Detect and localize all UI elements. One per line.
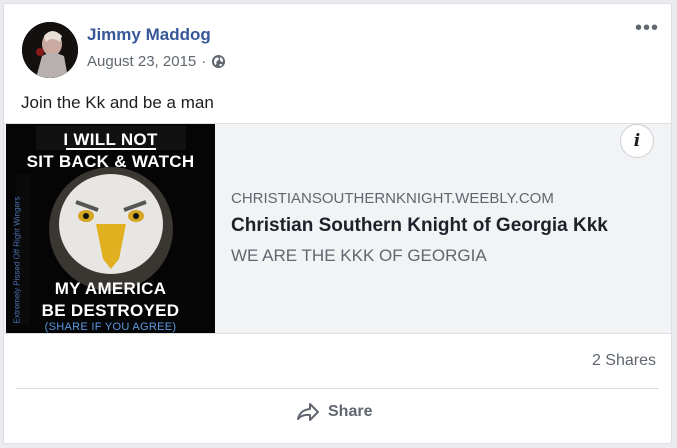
share-label: Share (328, 403, 373, 420)
share-button[interactable]: Share (296, 402, 372, 422)
share-icon (297, 403, 319, 421)
divider (16, 388, 659, 389)
thumb-line-4: BE DESTROYED (41, 301, 180, 320)
thumb-side-text: Extremely Pissed Off Right Wingers (12, 196, 22, 324)
thumb-underline (66, 148, 156, 150)
info-button[interactable]: i (620, 124, 654, 158)
link-thumbnail[interactable]: I WILL NOT SIT BACK & WATCH MY AMERICA B… (6, 124, 215, 333)
thumb-line-2: SIT BACK & WATCH (26, 152, 195, 171)
thumb-line-3: MY AMERICA (54, 279, 167, 298)
thumb-line-5: (SHARE IF YOU AGREE) (44, 321, 177, 333)
avatar-image (22, 22, 78, 78)
link-preview[interactable]: I WILL NOT SIT BACK & WATCH MY AMERICA B… (4, 123, 671, 334)
thumb-line-1: I WILL NOT (63, 130, 158, 149)
link-title[interactable]: Christian Southern Knight of Georgia Kkk (231, 215, 608, 237)
link-description[interactable]: WE ARE THE KKK OF GEORGIA (231, 246, 487, 266)
post-text: Join the Kk and be a man (21, 93, 214, 112)
shares-count[interactable]: 2 Shares (592, 352, 656, 370)
post-meta: August 23, 2015 · (87, 53, 226, 70)
more-options-button[interactable]: ••• (635, 18, 659, 38)
author-name[interactable]: Jimmy Maddog (87, 25, 211, 45)
date-separator: · (201, 53, 207, 70)
post-card: Jimmy Maddog August 23, 2015 · ••• Join … (3, 3, 672, 444)
post-date[interactable]: August 23, 2015 (87, 53, 196, 70)
link-domain[interactable]: CHRISTIANSOUTHERNKNIGHT.WEEBLY.COM (231, 190, 554, 207)
globe-icon[interactable] (211, 54, 226, 69)
avatar[interactable] (22, 22, 78, 78)
